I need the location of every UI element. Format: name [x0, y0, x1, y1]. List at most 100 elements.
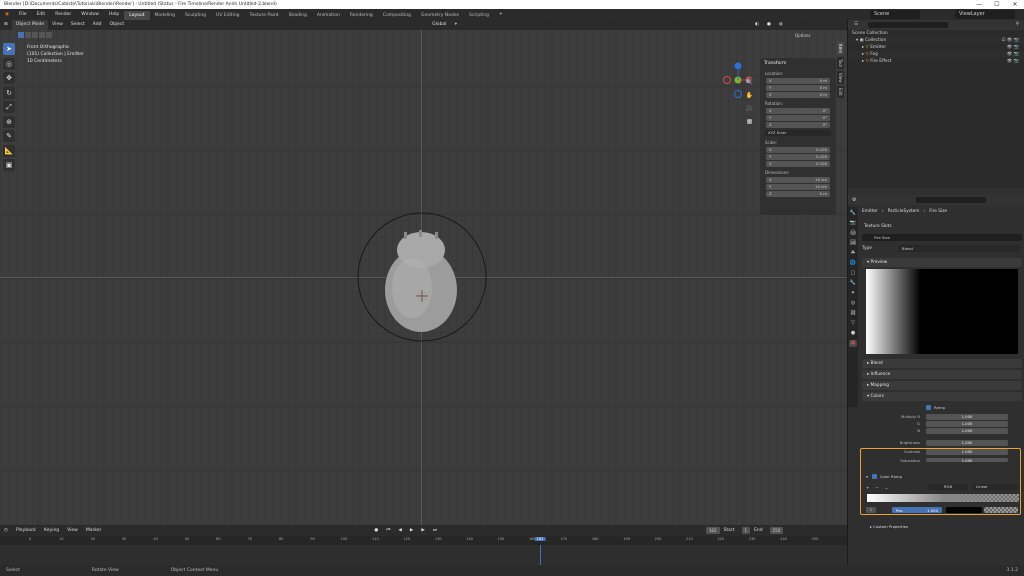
rotation-mode-dropdown[interactable]: XYZ Euler [765, 130, 831, 136]
timeline-editor-icon[interactable]: ◷ [0, 525, 12, 536]
maximize-button[interactable]: ☐ [988, 0, 1006, 9]
shading-material-icon[interactable]: ◍ [775, 20, 787, 30]
zoom-icon[interactable]: 🔍 [745, 78, 754, 87]
menu-timeline-view[interactable]: View [63, 525, 82, 536]
menu-keying[interactable]: Keying [40, 525, 63, 536]
menu-playback[interactable]: Playback [12, 525, 40, 536]
dimensions-y-field[interactable]: Y 10 cm [766, 184, 830, 190]
location-x-field[interactable]: X0 m [766, 78, 830, 84]
g-field[interactable]: 1.000 [926, 421, 1008, 427]
list-item[interactable]: ▸ ▽ Fire Effect 👁 📷 [848, 58, 1024, 65]
select-extend-icon[interactable] [25, 32, 31, 38]
gizmo-z-icon[interactable] [734, 62, 742, 70]
tab-view[interactable]: View [837, 70, 844, 85]
outliner-search-input[interactable] [868, 22, 949, 28]
cursor-tool-icon[interactable]: ◎ [3, 57, 15, 70]
object-tab-icon[interactable]: ▢ [849, 270, 857, 277]
record-icon[interactable]: ● [370, 525, 382, 536]
scale-tool-icon[interactable]: ⤢ [3, 101, 15, 113]
b-field[interactable]: 1.000 [926, 428, 1008, 434]
particles-tab-icon[interactable]: ✦ [849, 290, 857, 297]
output-tab-icon[interactable]: 🖨 [849, 230, 857, 237]
scale-x-field[interactable]: X 0.100 [766, 147, 830, 153]
pan-hand-icon[interactable]: ✋ [745, 91, 754, 100]
end-frame-field[interactable]: 250 [769, 527, 784, 534]
material-tab-icon[interactable]: ● [849, 330, 857, 337]
transform-header[interactable]: Transform [760, 58, 836, 69]
tab-texture-paint[interactable]: Texture Paint [245, 11, 284, 20]
3d-viewport[interactable]: ⊞ Object Mode View Select Add Object Glo… [0, 20, 847, 525]
menu-render[interactable]: Render [50, 9, 76, 20]
gizmo-neg-z-icon[interactable] [734, 90, 742, 98]
blender-logo-icon[interactable]: ◉ [0, 9, 14, 20]
menu-select[interactable]: Select [67, 20, 89, 30]
scene-selector[interactable]: Scene [870, 10, 920, 19]
step-forward-icon[interactable]: ▶ [417, 525, 428, 536]
scale-y-field[interactable]: Y 0.100 [766, 154, 830, 160]
mapping-panel-header[interactable]: ▸ Mapping [862, 381, 1022, 390]
mode-dropdown[interactable]: Object Mode [11, 20, 49, 30]
tab-compositing[interactable]: Compositing [378, 11, 416, 20]
rotation-y-field[interactable]: Y 0° [766, 115, 830, 121]
blend-panel-header[interactable]: ▸ Blend [862, 359, 1022, 368]
select-intersect-icon[interactable] [46, 32, 52, 38]
current-frame-field[interactable]: 162 [705, 527, 720, 534]
gizmo-neg-x-icon[interactable] [723, 76, 731, 84]
properties-editor-icon[interactable]: ⚙ [848, 197, 856, 203]
overlay-icon[interactable]: ◐ [751, 20, 763, 30]
texture-datablock[interactable]: Fire Size [862, 234, 1022, 241]
menu-help[interactable]: Help [104, 9, 124, 20]
menu-object[interactable]: Object [105, 20, 128, 30]
add-cube-tool-icon[interactable]: ▣ [3, 159, 15, 171]
ramp-checkbox[interactable]: Ramp [926, 405, 945, 410]
jump-start-icon[interactable]: ⏮ [382, 525, 394, 536]
influence-panel-header[interactable]: ▸ Influence [862, 370, 1022, 379]
tab-scripting[interactable]: Scripting [464, 11, 494, 20]
select-new-icon[interactable] [18, 32, 24, 38]
tab-tool[interactable]: Tool [837, 57, 844, 69]
outliner-editor-icon[interactable]: ☰ [854, 20, 858, 30]
tab-sculpting[interactable]: Sculpting [180, 11, 211, 20]
modifier-tab-icon[interactable]: 🔧 [849, 280, 857, 287]
render-tab-icon[interactable]: 📷 [849, 220, 857, 227]
type-dropdown[interactable]: Blend [898, 245, 1020, 252]
custom-properties-header[interactable]: ▸ Custom Properties [870, 524, 908, 529]
timeline-ruler[interactable]: 0 10 20 30 40 50 60 70 80 90 100 110 120 130 140 150 160… [0, 536, 847, 545]
dimensions-z-field[interactable]: Z0 m [766, 191, 830, 197]
rotation-z-field[interactable]: Z 0° [766, 122, 830, 128]
data-tab-icon[interactable]: ▽ [849, 320, 857, 327]
camera-icon[interactable]: 🎥 [745, 104, 754, 113]
physics-tab-icon[interactable]: ◎ [849, 300, 857, 307]
step-back-icon[interactable]: ◀ [394, 525, 405, 536]
play-icon[interactable]: ▶ [406, 525, 417, 536]
tab-geometry-nodes[interactable]: Geometry Nodes [416, 11, 464, 20]
texture-slots-header[interactable]: Texture Slots [864, 224, 892, 229]
menu-window[interactable]: Window [76, 9, 104, 20]
view-layer-tab-icon[interactable]: 🖼 [849, 240, 857, 247]
list-item[interactable]: ▸ ▽ Fog 👁 📷 [848, 51, 1024, 58]
playhead-frame[interactable]: 162 [534, 537, 546, 541]
close-button[interactable]: ✕ [1006, 0, 1024, 9]
select-subtract-icon[interactable] [32, 32, 38, 38]
dimensions-x-field[interactable]: X 10 cm [766, 177, 830, 183]
tab-shading[interactable]: Shading [284, 11, 312, 20]
scene-tab-icon[interactable]: ☘ [849, 250, 857, 257]
tab-edit[interactable]: Edit [837, 86, 844, 99]
properties-search-input[interactable] [916, 197, 987, 203]
options-dropdown[interactable]: Options [795, 33, 810, 38]
brightness-field[interactable]: 1.000 [926, 440, 1008, 446]
move-tool-icon[interactable]: ✥ [3, 72, 15, 84]
annotate-tool-icon[interactable]: ✎ [3, 130, 15, 142]
tab-animation[interactable]: Animation [312, 11, 345, 20]
jump-end-icon[interactable]: ⏭ [429, 525, 441, 536]
shading-solid-icon[interactable]: ● [763, 20, 775, 30]
editor-type-icon[interactable]: ⊞ [0, 20, 12, 30]
menu-add[interactable]: Add [89, 20, 106, 30]
menu-edit[interactable]: Edit [31, 9, 50, 20]
location-z-field[interactable]: Z0 m [766, 92, 830, 98]
colors-panel-header[interactable]: ▾ Colors [862, 392, 1022, 401]
ortho-grid-icon[interactable]: ▦ [745, 117, 754, 126]
tab-item[interactable]: Item [837, 42, 844, 56]
tab-rendering[interactable]: Rendering [345, 11, 378, 20]
add-workspace-icon[interactable]: + [494, 9, 508, 20]
